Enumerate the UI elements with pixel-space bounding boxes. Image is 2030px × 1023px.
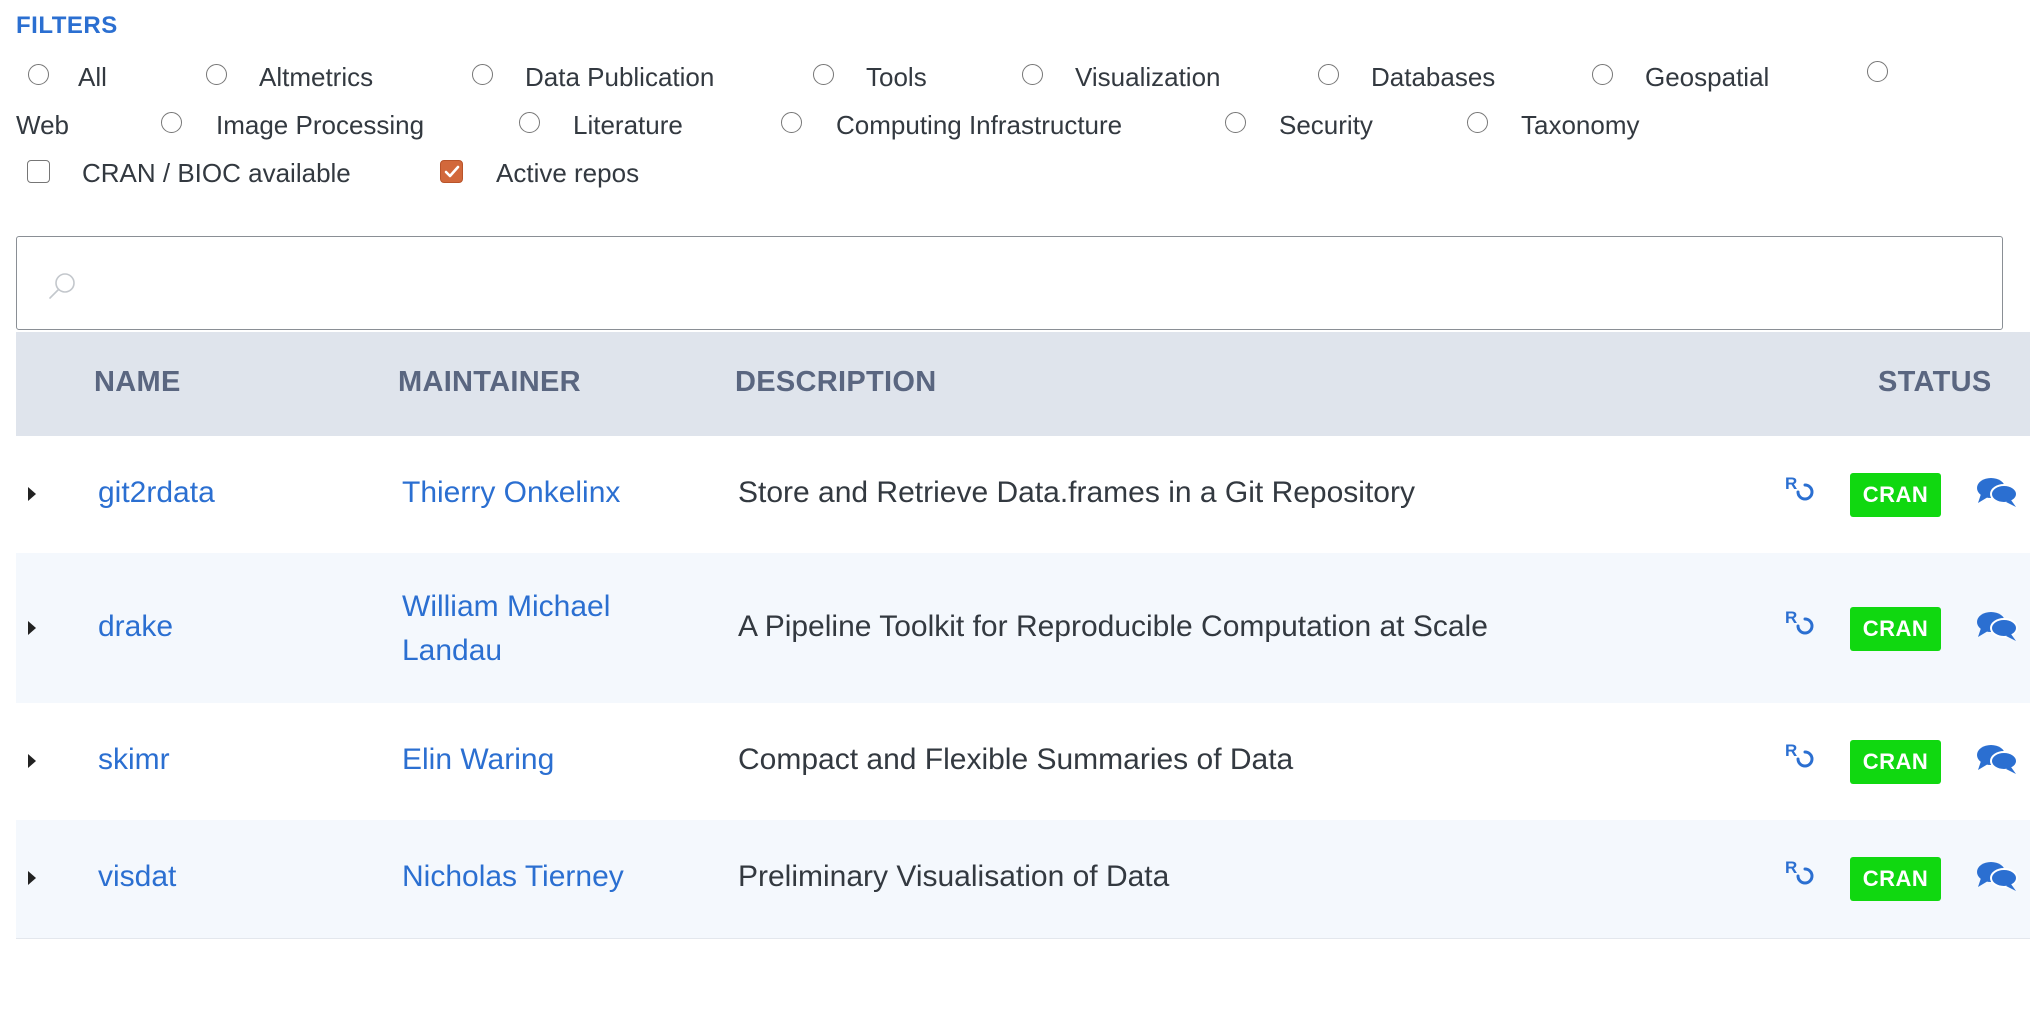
filter-radio-tools[interactable]: Tools [813, 62, 927, 93]
ropensci-ro-icon[interactable]: R [1784, 472, 1818, 511]
radio-button[interactable] [1467, 112, 1488, 133]
table-row: drake William Michael Landau A Pipeline … [16, 553, 2030, 703]
filter-radio-literature[interactable]: Literature [519, 110, 683, 141]
radio-button[interactable] [519, 112, 540, 133]
checkbox-active-repos[interactable]: Active repos [440, 158, 639, 189]
filter-radio-image-processing[interactable]: Image Processing [161, 110, 424, 141]
package-name-link[interactable]: skimr [98, 743, 170, 777]
search-icon [47, 271, 77, 306]
filter-radio-taxonomy[interactable]: Taxonomy [1467, 110, 1640, 141]
column-header-maintainer[interactable]: MAINTAINER [398, 366, 581, 399]
package-name-link[interactable]: visdat [98, 860, 176, 894]
table-row: visdat Nicholas Tierney Preliminary Visu… [16, 820, 2030, 938]
comments-icon[interactable] [1976, 859, 2018, 898]
filter-radio-label: Data Publication [525, 62, 715, 92]
checkbox-label: Active repos [496, 158, 640, 188]
ropensci-ro-icon[interactable]: R [1784, 739, 1818, 778]
filter-radio-label-web: Web [16, 110, 69, 140]
svg-text:R: R [1785, 858, 1797, 877]
filter-radio-computing-infrastructure[interactable]: Computing Infrastructure [781, 110, 1122, 141]
filter-radio-data-publication[interactable]: Data Publication [472, 62, 714, 93]
comments-icon[interactable] [1976, 609, 2018, 648]
package-name-link[interactable]: git2rdata [98, 476, 215, 510]
radio-button[interactable] [1318, 64, 1339, 85]
maintainer-link[interactable]: Elin Waring [402, 743, 554, 777]
maintainer-name-line: Landau [402, 634, 503, 667]
radio-button[interactable] [1022, 64, 1043, 85]
checkbox-cran-bioc-available[interactable]: CRAN / BIOC available [27, 158, 351, 189]
filter-radio-label: Altmetrics [259, 62, 374, 92]
ropensci-ro-icon[interactable]: R [1784, 606, 1818, 645]
filter-radio-label: Security [1279, 110, 1373, 140]
filter-radio-visualization[interactable]: Visualization [1022, 62, 1221, 93]
maintainer-name-line: William Michael [402, 590, 611, 623]
description-text: Preliminary Visualisation of Data [738, 860, 1170, 893]
column-header-status[interactable]: STATUS [1878, 366, 1992, 399]
table-header: NAME MAINTAINER DESCRIPTION STATUS [16, 332, 2030, 436]
description-text: A Pipeline Toolkit for Reproducible Comp… [738, 610, 1488, 643]
column-header-description[interactable]: DESCRIPTION [735, 366, 937, 399]
package-name-link[interactable]: drake [98, 610, 173, 644]
filter-radio-label: Taxonomy [1521, 110, 1640, 140]
radio-button[interactable] [1592, 64, 1613, 85]
radio-button[interactable] [472, 64, 493, 85]
cran-badge[interactable]: CRAN [1850, 740, 1941, 784]
caret-right-icon[interactable] [28, 487, 36, 501]
filter-radio-label: Image Processing [216, 110, 425, 140]
cran-badge[interactable]: CRAN [1850, 857, 1941, 901]
filter-radio-altmetrics[interactable]: Altmetrics [206, 62, 373, 93]
filter-radio-label: Literature [573, 110, 683, 140]
filter-radio-label: Tools [866, 62, 927, 92]
page: FILTERS All Altmetrics Data Publication … [0, 0, 2030, 1023]
filter-radio-label: Geospatial [1645, 62, 1770, 92]
maintainer-link[interactable]: Nicholas Tierney [402, 860, 624, 894]
radio-button[interactable] [161, 112, 182, 133]
filter-radio-geospatial[interactable]: Geospatial [1592, 62, 1769, 93]
radio-button[interactable] [1225, 112, 1246, 133]
filters-title: FILTERS [16, 12, 118, 39]
checkbox[interactable] [27, 160, 50, 183]
filter-radio-all[interactable]: All [28, 62, 107, 93]
caret-right-icon[interactable] [28, 621, 36, 635]
description-text: Store and Retrieve Data.frames in a Git … [738, 476, 1415, 509]
filter-radio-label: All [78, 62, 107, 92]
maintainer-link[interactable]: William Michael Landau [402, 585, 610, 673]
comments-icon[interactable] [1976, 742, 2018, 781]
description-text: Compact and Flexible Summaries of Data [738, 743, 1294, 776]
filter-radio-label: Databases [1371, 62, 1496, 92]
search-input[interactable] [93, 259, 1977, 311]
svg-text:R: R [1785, 741, 1797, 760]
checkbox-label: CRAN / BIOC available [82, 158, 351, 188]
ropensci-ro-icon[interactable]: R [1784, 856, 1818, 895]
table-bottom-border [16, 938, 2030, 939]
search-box[interactable] [16, 236, 2003, 330]
cran-badge[interactable]: CRAN [1850, 473, 1941, 517]
svg-text:R: R [1785, 474, 1797, 493]
filter-radio-label: Visualization [1075, 62, 1221, 92]
caret-right-icon[interactable] [28, 754, 36, 768]
radio-button[interactable] [206, 64, 227, 85]
svg-text:R: R [1785, 608, 1797, 627]
checkmark-icon [444, 165, 459, 177]
table-row: git2rdata Thierry Onkelinx Store and Ret… [16, 436, 2030, 553]
checkbox[interactable] [440, 160, 463, 183]
comments-icon[interactable] [1976, 475, 2018, 514]
radio-button[interactable] [28, 64, 49, 85]
cran-badge[interactable]: CRAN [1850, 607, 1941, 651]
filter-radio-web[interactable] [1867, 61, 1888, 82]
filter-radio-label: Computing Infrastructure [836, 110, 1123, 140]
table-row: skimr Elin Waring Compact and Flexible S… [16, 703, 2030, 820]
radio-button[interactable] [781, 112, 802, 133]
caret-right-icon[interactable] [28, 871, 36, 885]
maintainer-link[interactable]: Thierry Onkelinx [402, 476, 620, 510]
radio-button[interactable] [813, 64, 834, 85]
filter-radio-security[interactable]: Security [1225, 110, 1373, 141]
column-header-name[interactable]: NAME [94, 366, 181, 399]
filter-radio-databases[interactable]: Databases [1318, 62, 1495, 93]
